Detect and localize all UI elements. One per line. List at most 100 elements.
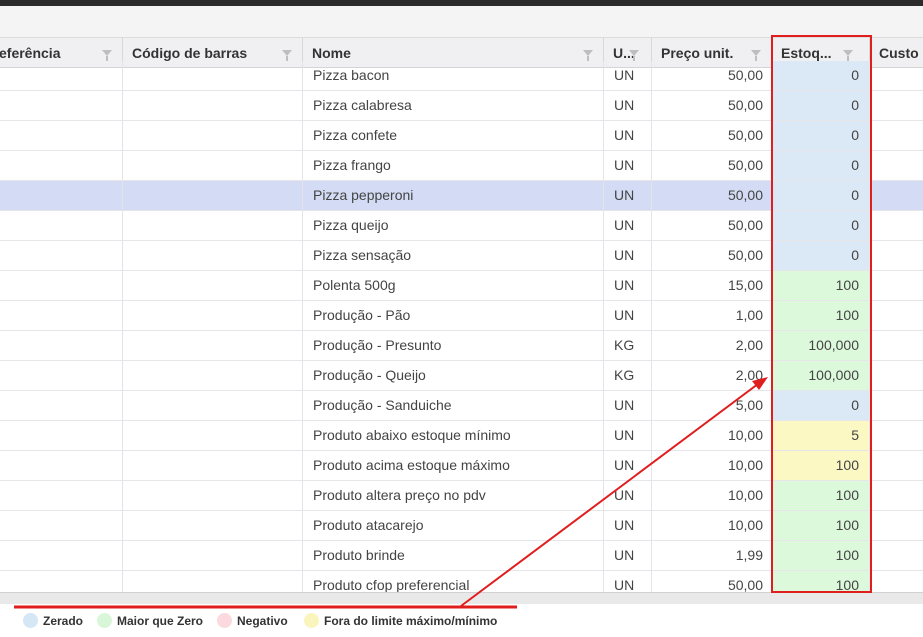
cell-referencia bbox=[0, 91, 123, 120]
table-row[interactable]: Produto acima estoque máximo UN 10,00 100 bbox=[0, 451, 923, 481]
table-row[interactable]: Pizza bacon UN 50,00 0 bbox=[0, 61, 923, 91]
cell-nome: Polenta 500g bbox=[303, 271, 604, 300]
table-row[interactable]: Pizza pepperoni UN 50,00 0 bbox=[0, 181, 923, 211]
filter-icon[interactable] bbox=[843, 50, 853, 61]
cell-codigo-barras bbox=[123, 331, 303, 360]
filter-icon[interactable] bbox=[583, 50, 593, 61]
cell-codigo-barras bbox=[123, 301, 303, 330]
cell-codigo-barras bbox=[123, 571, 303, 592]
cell-un: KG bbox=[604, 361, 652, 390]
cell-un: UN bbox=[604, 481, 652, 510]
table-row[interactable]: Pizza queijo UN 50,00 0 bbox=[0, 211, 923, 241]
cell-un: UN bbox=[604, 511, 652, 540]
filter-icon[interactable] bbox=[751, 50, 761, 61]
cell-estoque: 0 bbox=[772, 121, 870, 150]
table-row[interactable]: Produção - Presunto KG 2,00 100,000 bbox=[0, 331, 923, 361]
cell-custo bbox=[870, 211, 923, 240]
cell-un: UN bbox=[604, 151, 652, 180]
cell-codigo-barras bbox=[123, 451, 303, 480]
cell-un: UN bbox=[604, 241, 652, 270]
cell-referencia bbox=[0, 121, 123, 150]
cell-estoque: 100 bbox=[772, 511, 870, 540]
cell-estoque: 0 bbox=[772, 61, 870, 90]
cell-referencia bbox=[0, 151, 123, 180]
cell-nome: Produção - Queijo bbox=[303, 361, 604, 390]
cell-nome: Produto cfop preferencial bbox=[303, 571, 604, 592]
table-row[interactable]: Produto abaixo estoque mínimo UN 10,00 5 bbox=[0, 421, 923, 451]
cell-un: UN bbox=[604, 271, 652, 300]
cell-codigo-barras bbox=[123, 151, 303, 180]
cell-preco: 1,99 bbox=[652, 541, 772, 570]
column-label: Estoq... bbox=[781, 45, 832, 61]
cell-custo bbox=[870, 181, 923, 210]
cell-estoque: 100 bbox=[772, 301, 870, 330]
cell-preco: 50,00 bbox=[652, 571, 772, 592]
legend-item-fora-do-limite: Fora do limite máximo/mínimo bbox=[304, 613, 497, 629]
column-label: Nome bbox=[312, 45, 351, 61]
table-row[interactable]: Produção - Queijo KG 2,00 100,000 bbox=[0, 361, 923, 391]
cell-referencia bbox=[0, 571, 123, 592]
table-row[interactable]: Pizza confete UN 50,00 0 bbox=[0, 121, 923, 151]
cell-codigo-barras bbox=[123, 361, 303, 390]
cell-codigo-barras bbox=[123, 481, 303, 510]
cell-estoque: 0 bbox=[772, 391, 870, 420]
cell-custo bbox=[870, 361, 923, 390]
table-row[interactable]: Polenta 500g UN 15,00 100 bbox=[0, 271, 923, 301]
cell-un: UN bbox=[604, 391, 652, 420]
filter-icon[interactable] bbox=[629, 50, 639, 61]
filter-icon[interactable] bbox=[282, 50, 292, 61]
cell-nome: Pizza pepperoni bbox=[303, 181, 604, 210]
cell-custo bbox=[870, 271, 923, 300]
table-row[interactable]: Produção - Sanduiche UN 5,00 0 bbox=[0, 391, 923, 421]
cell-codigo-barras bbox=[123, 211, 303, 240]
cell-preco: 50,00 bbox=[652, 151, 772, 180]
cell-estoque: 100 bbox=[772, 541, 870, 570]
table-row[interactable]: Produto cfop preferencial UN 50,00 100 bbox=[0, 571, 923, 592]
table-row[interactable]: Pizza calabresa UN 50,00 0 bbox=[0, 91, 923, 121]
cell-estoque: 100,000 bbox=[772, 331, 870, 360]
legend-dot-icon bbox=[217, 613, 232, 628]
legend-label: Zerado bbox=[43, 614, 84, 628]
cell-estoque: 100 bbox=[772, 271, 870, 300]
table-row[interactable]: Pizza frango UN 50,00 0 bbox=[0, 151, 923, 181]
column-label: Custo bbox=[879, 45, 919, 61]
cell-codigo-barras bbox=[123, 271, 303, 300]
cell-preco: 15,00 bbox=[652, 271, 772, 300]
cell-estoque: 100 bbox=[772, 571, 870, 592]
cell-nome: Produto atacarejo bbox=[303, 511, 604, 540]
cell-preco: 50,00 bbox=[652, 211, 772, 240]
cell-nome: Pizza sensação bbox=[303, 241, 604, 270]
legend-dot-icon bbox=[23, 613, 38, 628]
table-row[interactable]: Produto atacarejo UN 10,00 100 bbox=[0, 511, 923, 541]
cell-nome: Produto brinde bbox=[303, 541, 604, 570]
cell-custo bbox=[870, 121, 923, 150]
cell-codigo-barras bbox=[123, 511, 303, 540]
cell-custo bbox=[870, 301, 923, 330]
cell-nome: Produto altera preço no pdv bbox=[303, 481, 604, 510]
cell-custo bbox=[870, 421, 923, 450]
cell-estoque: 0 bbox=[772, 181, 870, 210]
cell-preco: 5,00 bbox=[652, 391, 772, 420]
legend-item-zerado: Zerado bbox=[23, 613, 83, 629]
table-row[interactable]: Produção - Pão UN 1,00 100 bbox=[0, 301, 923, 331]
horizontal-scrollbar[interactable] bbox=[0, 592, 923, 604]
cell-preco: 10,00 bbox=[652, 451, 772, 480]
table-row[interactable]: Produto brinde UN 1,99 100 bbox=[0, 541, 923, 571]
cell-referencia bbox=[0, 61, 123, 90]
cell-un: UN bbox=[604, 181, 652, 210]
cell-codigo-barras bbox=[123, 541, 303, 570]
filter-icon[interactable] bbox=[102, 50, 112, 61]
cell-un: UN bbox=[604, 211, 652, 240]
cell-nome: Pizza confete bbox=[303, 121, 604, 150]
column-label: Preço unit. bbox=[661, 45, 734, 61]
cell-codigo-barras bbox=[123, 91, 303, 120]
cell-custo bbox=[870, 91, 923, 120]
table-row[interactable]: Produto altera preço no pdv UN 10,00 100 bbox=[0, 481, 923, 511]
cell-estoque: 0 bbox=[772, 151, 870, 180]
cell-codigo-barras bbox=[123, 181, 303, 210]
legend-label: Fora do limite máximo/mínimo bbox=[324, 614, 498, 628]
cell-estoque: 5 bbox=[772, 421, 870, 450]
cell-un: UN bbox=[604, 91, 652, 120]
cell-nome: Pizza bacon bbox=[303, 61, 604, 90]
table-row[interactable]: Pizza sensação UN 50,00 0 bbox=[0, 241, 923, 271]
